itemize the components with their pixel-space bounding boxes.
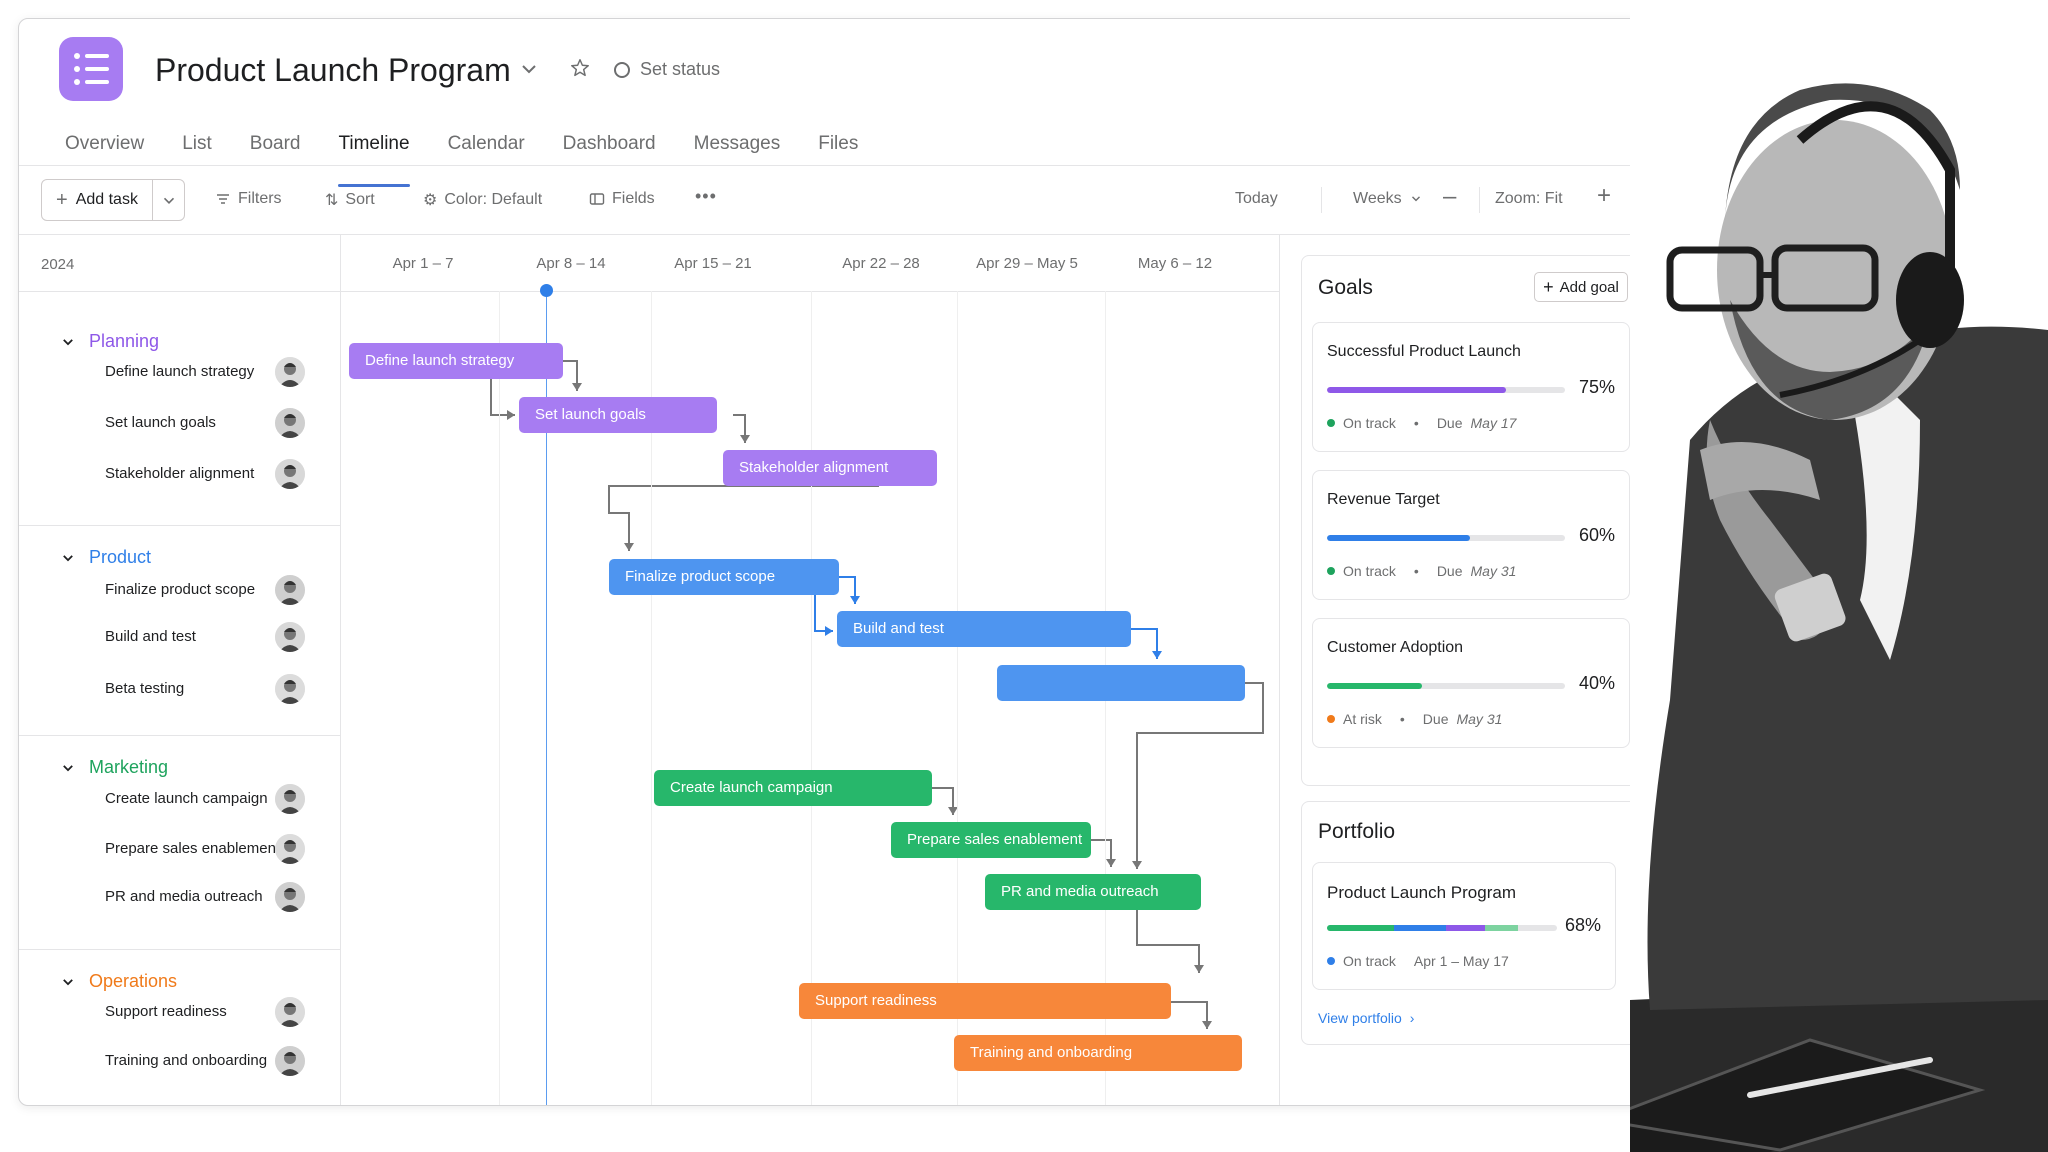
goal-meta: On track • Due May 31 <box>1327 563 1516 579</box>
portfolio-progress-track <box>1327 925 1557 931</box>
stage: Product Launch Program Set status Overvi… <box>0 0 2048 1152</box>
portfolio-status: On track <box>1343 953 1396 969</box>
goal-due-date: May 17 <box>1470 415 1517 431</box>
weeks-dropdown[interactable]: Weeks <box>1353 190 1423 208</box>
goal-meta: At risk • Due May 31 <box>1327 711 1502 727</box>
goal-due-date: May 31 <box>1456 711 1503 727</box>
week-label: Apr 1 – 7 <box>392 255 454 272</box>
timeline-bar[interactable]: Prepare sales enablement <box>891 822 1091 858</box>
goal-due-label: Due <box>1436 415 1463 431</box>
timeline-bar[interactable]: Build and test <box>837 611 1131 647</box>
portfolio-card[interactable]: Product Launch Program 68% On track Apr … <box>1312 862 1616 990</box>
timeline-bar[interactable]: Set launch goals <box>519 397 717 433</box>
status-dot-icon <box>1327 419 1335 427</box>
week-label: Apr 15 – 21 <box>674 255 752 272</box>
goal-progress-track <box>1327 387 1565 393</box>
portfolio-panel: Portfolio Product Launch Program 68% On … <box>1301 801 1641 1045</box>
goal-name: Successful Product Launch <box>1327 343 1521 360</box>
goal-status: On track <box>1343 415 1396 431</box>
goal-due-label: Due <box>1436 563 1463 579</box>
timeline-bar[interactable]: Create launch campaign <box>654 770 932 806</box>
week-label: Apr 22 – 28 <box>842 255 920 272</box>
view-portfolio-label: View portfolio <box>1318 1010 1402 1026</box>
goal-percent: 40% <box>1578 673 1615 693</box>
portfolio-title: Portfolio <box>1318 820 1396 843</box>
toolbar-divider-2 <box>1479 187 1480 213</box>
goal-progress-track <box>1327 535 1565 541</box>
goal-progress-fill <box>1327 683 1423 689</box>
app-window: Product Launch Program Set status Overvi… <box>18 18 1662 1106</box>
goal-name: Customer Adoption <box>1327 639 1464 656</box>
week-label: Apr 8 – 14 <box>536 255 606 272</box>
timeline-bar[interactable]: Define launch strategy <box>349 343 563 379</box>
goal-due-date: May 31 <box>1470 563 1517 579</box>
zoom-out-icon[interactable]: – <box>1443 183 1456 211</box>
separator-dot: • <box>1413 415 1419 431</box>
goal-meta: On track • Due May 17 <box>1327 415 1516 431</box>
toolbar-divider <box>1321 187 1322 213</box>
goals-title: Goals <box>1318 276 1373 299</box>
timeline-bar[interactable] <box>997 665 1245 701</box>
timeline-bar[interactable]: PR and media outreach <box>985 874 1201 910</box>
zoom-level: Zoom: Fit <box>1495 190 1563 207</box>
goal-due-label: Due <box>1422 711 1449 727</box>
person-photo <box>1630 0 2048 1152</box>
portfolio-project-name: Product Launch Program <box>1327 883 1516 902</box>
goal-percent: 60% <box>1578 525 1615 545</box>
separator-dot: • <box>1399 711 1405 727</box>
timeline-bar[interactable]: Support readiness <box>799 983 1171 1019</box>
plus-icon: + <box>1543 276 1554 297</box>
goal-percent: 75% <box>1578 377 1615 397</box>
add-goal-button[interactable]: + Add goal <box>1534 272 1628 302</box>
view-portfolio-link[interactable]: View portfolio › <box>1318 1010 1414 1026</box>
today-marker <box>540 284 553 297</box>
status-dot-icon <box>1327 715 1335 723</box>
week-gridline <box>499 291 500 1105</box>
week-label: May 6 – 12 <box>1137 255 1213 272</box>
weeks-chevron-down-icon <box>1411 196 1420 202</box>
portfolio-progress-fill <box>1327 925 1518 931</box>
goals-panel: Goals + Add goal Successful Product Laun… <box>1301 255 1641 786</box>
goal-status: At risk <box>1343 711 1382 727</box>
goal-card[interactable]: Revenue Target 60% On track • Due May 31 <box>1312 470 1630 600</box>
status-dot-icon <box>1327 567 1335 575</box>
zoom-in-icon[interactable]: + <box>1597 182 1611 210</box>
goal-progress-fill <box>1327 535 1470 541</box>
timeline-bar[interactable]: Training and onboarding <box>954 1035 1242 1071</box>
weeks-label: Weeks <box>1353 190 1402 207</box>
portfolio-dates: Apr 1 – May 17 <box>1413 953 1509 969</box>
separator-dot: • <box>1413 563 1419 579</box>
status-dot-icon <box>1327 957 1335 965</box>
goal-card[interactable]: Customer Adoption 40% At risk • Due May … <box>1312 618 1630 748</box>
goal-progress-track <box>1327 683 1565 689</box>
timeline-bar[interactable]: Finalize product scope <box>609 559 839 595</box>
portfolio-meta: On track Apr 1 – May 17 <box>1327 953 1509 969</box>
add-goal-label: Add goal <box>1559 278 1619 296</box>
goal-card[interactable]: Successful Product Launch 75% On track •… <box>1312 322 1630 452</box>
timeline-bar[interactable]: Stakeholder alignment <box>723 450 937 486</box>
portfolio-percent: 68% <box>1564 915 1601 935</box>
goal-status: On track <box>1343 563 1396 579</box>
goal-progress-fill <box>1327 387 1506 393</box>
week-label: Apr 29 – May 5 <box>976 255 1078 272</box>
goal-name: Revenue Target <box>1327 491 1440 508</box>
panel-divider <box>1279 235 1280 1105</box>
chevron-right-icon: › <box>1409 1010 1415 1026</box>
